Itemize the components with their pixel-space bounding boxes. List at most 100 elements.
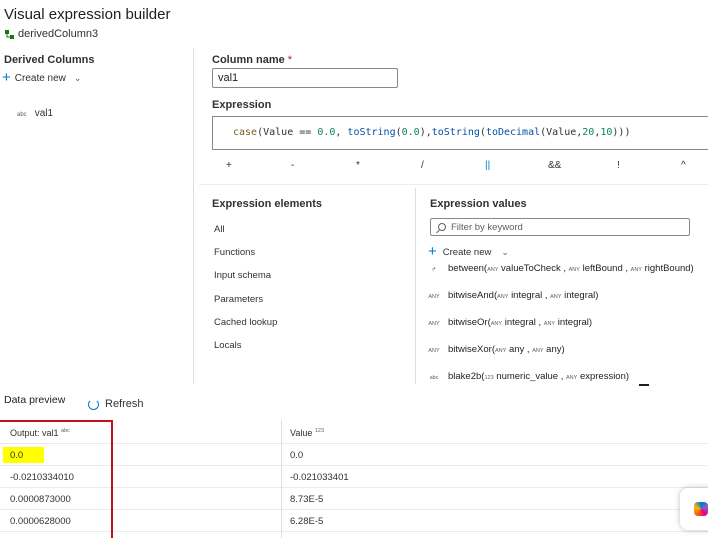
- operator-concat-button[interactable]: ||: [485, 160, 490, 171]
- operator-and-button[interactable]: &&: [548, 160, 561, 171]
- create-new-value-button[interactable]: + Create new ⌄: [428, 243, 509, 260]
- arg-name: rightBound): [644, 263, 694, 274]
- derived-columns-title: Derived Columns: [4, 54, 95, 66]
- function-item-blake2b[interactable]: abc blake2b(123 numeric_value , ANY expr…: [428, 371, 629, 382]
- table-cell: 0.0000873000: [10, 494, 71, 505]
- expr-token: case: [233, 127, 258, 138]
- function-name: blake2b(: [448, 371, 485, 382]
- arg-type: 123: [484, 375, 494, 381]
- transform-name-text: derivedColumn3: [18, 28, 99, 40]
- derived-column-icon: [5, 29, 14, 39]
- table-cell: 8.73E-5: [290, 494, 324, 505]
- operator-divide-button[interactable]: /: [421, 160, 424, 171]
- table-cell: 6.28E-5: [290, 516, 324, 527]
- transform-name: derivedColumn3: [4, 28, 98, 40]
- arg-name: any ,: [508, 344, 530, 355]
- refresh-button[interactable]: Refresh: [88, 398, 144, 410]
- column-header-label: Output: val1: [10, 428, 59, 438]
- expression-elements-list: All Functions Input schema Parameters Ca…: [214, 224, 277, 363]
- arg-name: integral): [557, 317, 593, 328]
- operator-minus-button[interactable]: -: [291, 160, 294, 171]
- table-cell: 0.0000628000: [10, 516, 71, 527]
- expression-elements-title: Expression elements: [212, 198, 323, 210]
- arg-name: expression): [579, 371, 630, 382]
- arg-name: integral ,: [511, 290, 548, 301]
- derived-column-name: val1: [34, 108, 54, 119]
- expression-label: Expression: [212, 99, 272, 111]
- operator-xor-button[interactable]: ^: [681, 160, 686, 171]
- copilot-icon: [694, 502, 708, 516]
- column-header-output[interactable]: Output: val1 abc: [10, 428, 70, 438]
- table-cell: -0.0210334010: [10, 472, 74, 483]
- expr-token: ),: [419, 127, 432, 138]
- create-new-column-button[interactable]: + Create new ⌄: [2, 69, 81, 86]
- string-type-icon: abc: [429, 375, 439, 381]
- expr-token: 10: [600, 127, 613, 138]
- arg-name: integral ,: [504, 317, 542, 328]
- plus-icon: +: [428, 243, 437, 260]
- expression-editor[interactable]: case(Value == 0.0, toString(0.0),toStrin…: [212, 116, 708, 150]
- range-function-icon: ↱: [431, 267, 437, 273]
- arg-type: ANY: [532, 348, 544, 354]
- plus-icon: +: [2, 69, 11, 86]
- any-type-icon: ANY: [428, 321, 440, 327]
- arg-type: ANY: [490, 321, 503, 327]
- expr-token: ))): [612, 127, 631, 138]
- function-item-between[interactable]: ↱ between(ANY valueToCheck , ANY leftBou…: [428, 263, 694, 274]
- function-name: bitwiseAnd(: [448, 290, 498, 301]
- function-item-bitwiseand[interactable]: ANY bitwiseAnd(ANY integral , ANY integr…: [428, 290, 598, 301]
- copilot-button[interactable]: [680, 488, 708, 530]
- operator-multiply-button[interactable]: *: [356, 160, 360, 171]
- refresh-icon: [88, 398, 99, 410]
- arg-type: ANY: [497, 294, 509, 300]
- element-item-all[interactable]: All: [214, 224, 277, 247]
- arg-type: ANY: [495, 348, 507, 354]
- expr-token: toDecimal: [485, 127, 541, 138]
- scrollbar-thumb[interactable]: [639, 384, 649, 386]
- column-header-value[interactable]: Value 123: [290, 428, 324, 438]
- operator-not-button[interactable]: !: [617, 160, 620, 171]
- function-name: between(: [448, 263, 488, 274]
- expr-token: (Value,: [540, 127, 583, 138]
- data-preview-title: Data preview: [4, 394, 66, 406]
- element-item-functions[interactable]: Functions: [214, 247, 277, 270]
- column-type-tag: abc: [61, 428, 70, 434]
- arg-type: ANY: [568, 267, 580, 273]
- function-item-bitwiseor[interactable]: ANY bitwiseOr(ANY integral , ANY integra…: [428, 317, 592, 328]
- filter-placeholder: Filter by keyword: [451, 221, 523, 233]
- string-type-icon: abc: [17, 112, 27, 118]
- operator-plus-button[interactable]: +: [226, 160, 232, 171]
- arg-type: ANY: [550, 294, 562, 300]
- column-separator: [281, 420, 282, 538]
- search-icon: [438, 223, 446, 231]
- function-name: bitwiseOr(: [448, 317, 491, 328]
- column-name-label-text: Column name: [212, 54, 285, 66]
- create-new-value-label: Create new: [442, 246, 492, 258]
- element-item-parameters[interactable]: Parameters: [214, 294, 277, 317]
- expr-token: 0.0: [317, 127, 336, 138]
- elements-divider: [415, 188, 416, 384]
- table-cell: 0.0: [290, 450, 304, 461]
- derived-column-item[interactable]: abc val1: [17, 108, 53, 119]
- arg-name: valueToCheck ,: [501, 263, 566, 274]
- expression-values-title: Expression values: [430, 198, 527, 210]
- annotation-box-right: [111, 420, 113, 538]
- column-type-tag: 123: [314, 428, 325, 434]
- annotation-box-top: [0, 420, 113, 422]
- element-item-locals[interactable]: Locals: [214, 340, 277, 363]
- element-item-cached-lookup[interactable]: Cached lookup: [214, 317, 277, 340]
- filter-input[interactable]: Filter by keyword: [430, 218, 690, 236]
- element-item-input-schema[interactable]: Input schema: [214, 270, 277, 293]
- panel-divider: [193, 48, 194, 384]
- table-row: 0.0000873000 8.73E-5: [0, 488, 708, 510]
- page-title: Visual expression builder: [4, 6, 171, 23]
- data-preview-table: Output: val1 abc Value 123 0.0 0.0 -0.02…: [0, 420, 708, 532]
- column-name-input[interactable]: [212, 68, 398, 88]
- operator-toolbar: + - * / || && ! ^: [212, 160, 708, 172]
- function-item-bitwisexor[interactable]: ANY bitwiseXor(ANY any , ANY any): [428, 344, 564, 355]
- section-divider: [199, 184, 708, 185]
- arg-type: ANY: [630, 267, 642, 273]
- expr-token: 0.0: [401, 127, 420, 138]
- create-new-label: Create new: [14, 72, 66, 84]
- column-header-label: Value: [290, 428, 313, 438]
